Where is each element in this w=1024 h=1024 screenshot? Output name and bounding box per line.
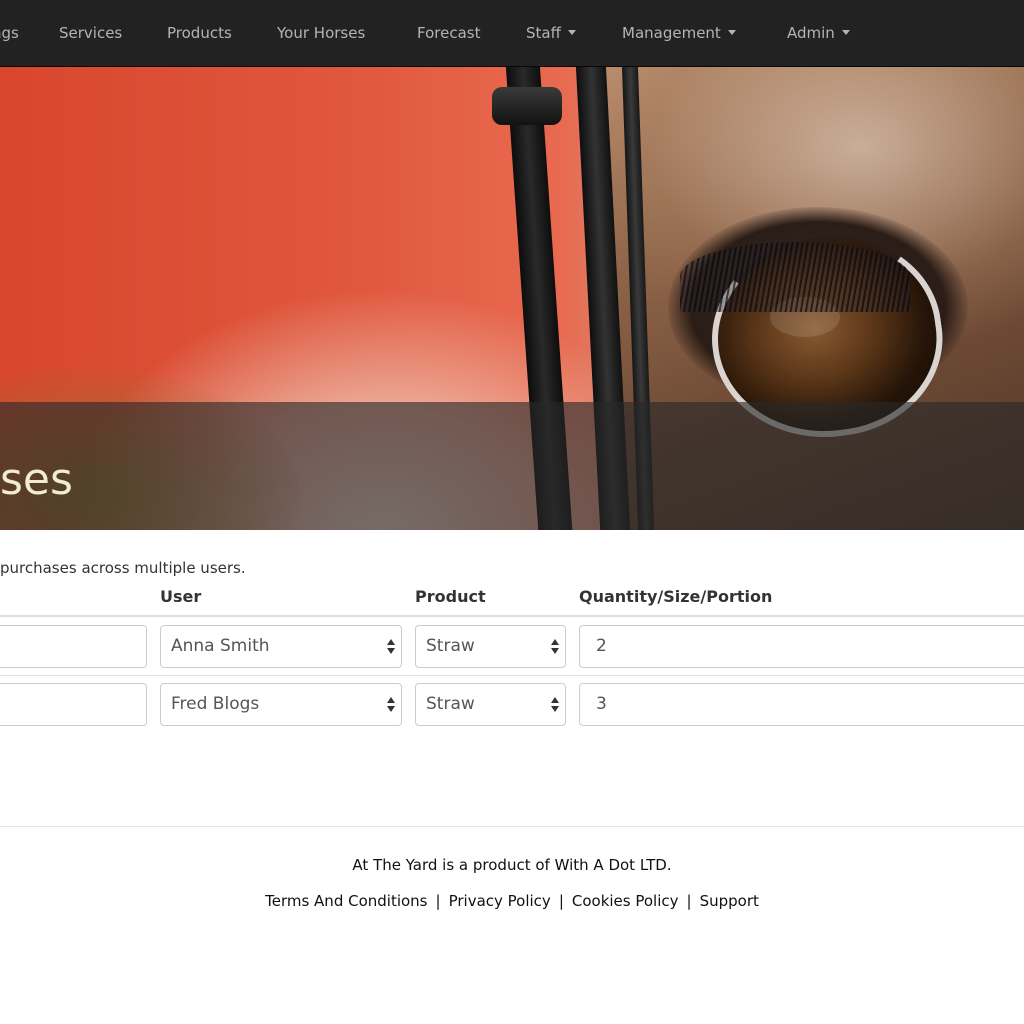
footer-separator: | — [686, 892, 692, 910]
select-arrows-icon — [551, 696, 559, 714]
footer-link-cookies[interactable]: Cookies Policy — [572, 892, 679, 910]
nav-item-management-label: Management — [622, 24, 721, 42]
nav-item-staff-label: Staff — [526, 24, 561, 42]
horse-eyelashes — [680, 242, 910, 312]
quantity-input[interactable]: 2 — [579, 625, 1024, 668]
column-header-user: User — [160, 587, 202, 606]
select-arrows-icon — [387, 696, 395, 714]
footer-separator: | — [558, 892, 564, 910]
nav-item-admin-label: Admin — [787, 24, 835, 42]
nav-item-your-horses[interactable]: Your Horses — [277, 0, 365, 67]
first-column-input[interactable] — [0, 683, 147, 726]
nav-item-services[interactable]: Services — [59, 0, 122, 67]
user-select[interactable]: Fred Blogs — [160, 683, 402, 726]
first-column-input[interactable] — [0, 625, 147, 668]
column-header-quantity: Quantity/Size/Portion — [579, 587, 773, 606]
nav-item-partial[interactable]: ngs — [0, 0, 19, 67]
nav-item-forecast[interactable]: Forecast — [417, 0, 480, 67]
select-arrows-icon — [551, 638, 559, 656]
footer-copyright: At The Yard is a product of With A Dot L… — [352, 856, 672, 874]
column-header-product: Product — [415, 587, 486, 606]
nav-item-products[interactable]: Products — [167, 0, 232, 67]
nav-item-management[interactable]: Management — [622, 0, 736, 67]
product-select[interactable]: Straw — [415, 625, 566, 668]
footer-links: Terms And Conditions | Privacy Policy | Cook… — [0, 892, 1024, 910]
table-header-divider — [0, 615, 1024, 617]
footer-link-support[interactable]: Support — [700, 892, 759, 910]
footer-separator: | — [435, 892, 441, 910]
user-select-value: Anna Smith — [171, 636, 270, 656]
table-row-divider — [0, 675, 1024, 676]
product-select-value: Straw — [426, 694, 475, 714]
hero-banner: ses — [0, 67, 1024, 530]
product-select[interactable]: Straw — [415, 683, 566, 726]
page-description: purchases across multiple users. — [0, 559, 246, 577]
user-select-value: Fred Blogs — [171, 694, 260, 714]
nav-item-admin[interactable]: Admin — [787, 0, 850, 67]
top-navbar: ngs Services Products Your Horses Foreca… — [0, 0, 1024, 67]
footer-link-privacy[interactable]: Privacy Policy — [449, 892, 551, 910]
page-title: ses — [0, 454, 73, 505]
hero-title-band — [0, 402, 1024, 530]
footer-link-terms[interactable]: Terms And Conditions — [265, 892, 427, 910]
caret-down-icon — [567, 30, 576, 35]
footer-divider — [0, 826, 1024, 827]
caret-down-icon — [841, 30, 850, 35]
bridle-buckle — [492, 87, 562, 125]
caret-down-icon — [727, 30, 736, 35]
nav-item-staff[interactable]: Staff — [526, 0, 576, 67]
product-select-value: Straw — [426, 636, 475, 656]
user-select[interactable]: Anna Smith — [160, 625, 402, 668]
select-arrows-icon — [387, 638, 395, 656]
quantity-input[interactable]: 3 — [579, 683, 1024, 726]
